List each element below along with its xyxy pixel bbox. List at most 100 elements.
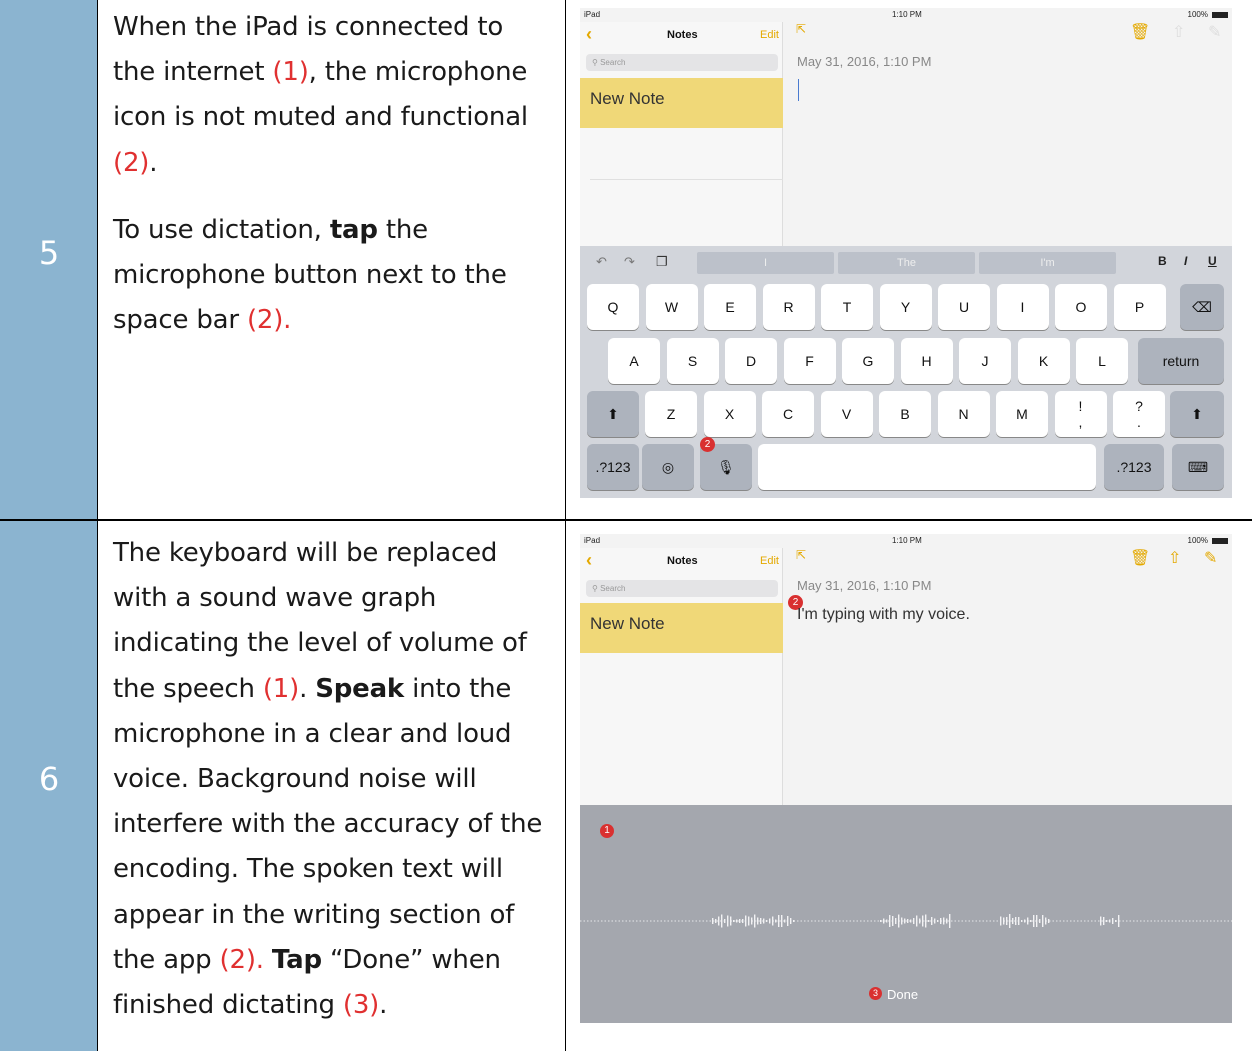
ipad-notes-dictation-screenshot: iPad 1:10 PM 100% ‹ Notes Edit ⚲ Search …: [580, 534, 1232, 1023]
paste-icon[interactable]: ❐: [656, 254, 668, 270]
wave-bar: [946, 918, 948, 924]
wave-bar: [1024, 919, 1026, 923]
wave-bar: [895, 918, 897, 924]
undo-icon[interactable]: ↶: [596, 254, 607, 270]
step-number: 5: [38, 234, 60, 272]
key-y[interactable]: Y: [879, 284, 932, 330]
redo-icon[interactable]: ↷: [624, 254, 635, 270]
backspace-key[interactable]: ⌫: [1180, 284, 1224, 330]
wave-bar: [745, 915, 747, 927]
return-key[interactable]: return: [1138, 338, 1224, 384]
bold-format-button[interactable]: B: [1158, 254, 1167, 268]
instructions-step-5: When the iPad is connected to the intern…: [113, 5, 553, 343]
list-divider: [590, 179, 783, 180]
wave-bar: [1018, 917, 1020, 925]
compose-icon[interactable]: ✎: [1204, 548, 1217, 568]
search-field[interactable]: ⚲ Search: [586, 54, 778, 71]
key-punct-8[interactable]: ?.: [1113, 391, 1165, 437]
key-s[interactable]: S: [666, 338, 719, 384]
edit-button[interactable]: Edit: [760, 555, 779, 567]
expand-icon[interactable]: ⇱: [796, 548, 806, 562]
action-verb: tap: [329, 214, 378, 245]
device-label: iPad: [584, 10, 601, 19]
callout-badge: 2: [700, 437, 715, 452]
edit-button[interactable]: Edit: [760, 29, 779, 41]
note-date: May 31, 2016, 1:10 PM: [797, 578, 932, 593]
key-j[interactable]: J: [959, 338, 1011, 384]
key-g[interactable]: G: [842, 338, 894, 384]
key-p[interactable]: P: [1113, 284, 1166, 330]
key-t[interactable]: T: [821, 284, 873, 330]
callout-badge: 1: [600, 824, 614, 838]
suggestion-item[interactable]: I: [697, 252, 834, 274]
hide-keyboard-key[interactable]: ⌨: [1172, 444, 1224, 490]
search-placeholder: Search: [600, 58, 626, 67]
key-q[interactable]: Q: [587, 284, 639, 330]
key-u[interactable]: U: [938, 284, 990, 330]
note-title: New Note: [590, 89, 665, 108]
key-punct-5[interactable]: N: [937, 391, 990, 437]
key-punct-1[interactable]: X: [703, 391, 756, 437]
key-punct-7[interactable]: !,: [1054, 391, 1107, 437]
wave-bar: [1009, 914, 1011, 928]
shift-key[interactable]: ⬆: [1170, 391, 1224, 437]
suggestion-item[interactable]: I'm: [979, 252, 1116, 274]
search-field[interactable]: ⚲ Search: [586, 580, 778, 597]
key-e[interactable]: E: [704, 284, 756, 330]
compose-icon[interactable]: ✎: [1208, 22, 1221, 42]
key-k[interactable]: K: [1017, 338, 1070, 384]
numbers-key[interactable]: .?123: [587, 444, 639, 490]
wave-bar: [742, 919, 744, 923]
key-d[interactable]: D: [725, 338, 777, 384]
wave-bar: [790, 918, 792, 924]
wave-bar: [904, 918, 906, 924]
note-list-item[interactable]: New Note: [580, 78, 783, 128]
key-o[interactable]: O: [1055, 284, 1107, 330]
expand-icon[interactable]: ⇱: [796, 22, 806, 36]
space-bar[interactable]: [758, 444, 1096, 490]
wave-bar: [766, 920, 768, 922]
notes-title: Notes: [667, 29, 698, 41]
key-punct-2[interactable]: C: [762, 391, 814, 437]
key-l[interactable]: L: [1076, 338, 1128, 384]
wave-bar: [1109, 919, 1111, 923]
wave-bar: [793, 920, 795, 922]
wave-bar: [910, 919, 912, 923]
wave-bar: [1021, 920, 1023, 922]
share-icon[interactable]: ⇧: [1172, 22, 1185, 42]
italic-format-button[interactable]: I: [1184, 254, 1187, 268]
wave-bar: [1115, 920, 1117, 922]
done-button[interactable]: Done: [887, 987, 918, 1002]
wave-bar: [1118, 915, 1120, 927]
trash-icon[interactable]: 🗑: [1130, 548, 1150, 568]
key-punct-6[interactable]: M: [996, 391, 1048, 437]
note-list-item[interactable]: New Note: [580, 603, 783, 653]
key-i[interactable]: I: [996, 284, 1049, 330]
share-icon[interactable]: ⇧: [1168, 548, 1181, 568]
underline-format-button[interactable]: U: [1208, 254, 1217, 268]
wave-bar: [916, 915, 918, 927]
wave-bar: [778, 915, 780, 927]
key-w[interactable]: W: [645, 284, 698, 330]
key-h[interactable]: H: [900, 338, 953, 384]
shift-key[interactable]: ⬆: [587, 391, 639, 437]
back-chevron-icon[interactable]: ‹: [586, 24, 592, 45]
wave-bar: [1015, 917, 1017, 925]
trash-icon[interactable]: 🗑: [1130, 22, 1150, 42]
key-a[interactable]: A: [608, 338, 660, 384]
wave-bar: [781, 915, 783, 927]
battery-icon: [1212, 12, 1228, 18]
wave-bar: [787, 916, 789, 926]
key-punct-4[interactable]: B: [879, 391, 931, 437]
key-f[interactable]: F: [783, 338, 836, 384]
numbers-key[interactable]: .?123: [1104, 444, 1164, 490]
key-punct-0[interactable]: Z: [645, 391, 697, 437]
dictated-text: I'm typing with my voice.: [797, 606, 970, 623]
wave-bar: [937, 920, 939, 922]
suggestion-item[interactable]: The: [838, 252, 975, 274]
step-number: 6: [38, 760, 60, 798]
key-punct-3[interactable]: V: [820, 391, 873, 437]
key-r[interactable]: R: [762, 284, 815, 330]
back-chevron-icon[interactable]: ‹: [586, 550, 592, 571]
globe-key[interactable]: ◎: [642, 444, 694, 490]
